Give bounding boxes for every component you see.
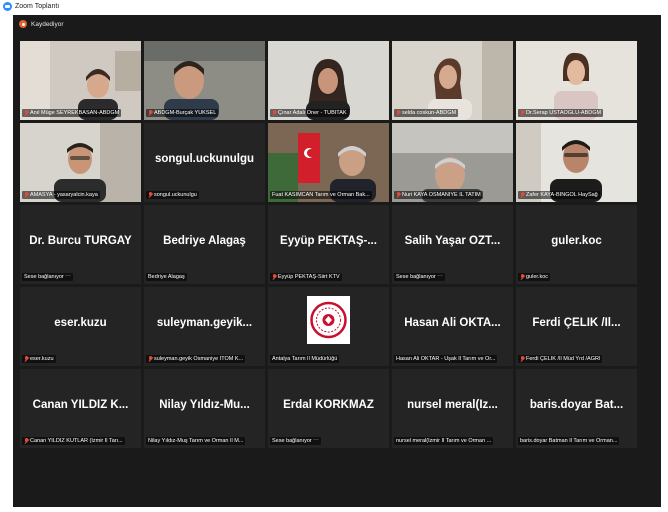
participant-name-label: AMASYA - yasaryalcin.kaya	[22, 191, 100, 199]
participant-name-label: guler.koc	[518, 273, 551, 281]
mic-muted-icon	[520, 110, 524, 116]
participant-tile[interactable]: Ferdi ÇELİK /İl... Ferdi ÇELİK /İl Müd Y…	[516, 287, 637, 366]
participant-tile[interactable]: AMASYA - yasaryalcin.kaya	[20, 123, 141, 202]
participant-display-name: songul.uckunulgu	[154, 153, 255, 165]
participant-name-label: Hasan Ali OKTAR - Uşak İl Tarım ve Or...	[394, 355, 498, 363]
mic-muted-icon	[148, 192, 152, 198]
mic-muted-icon	[24, 192, 28, 198]
participant-tile[interactable]: selda coskun-ABDGM	[392, 41, 513, 120]
participant-display-name: Erdal KORKMAZ	[283, 399, 374, 411]
mic-muted-icon	[272, 274, 276, 280]
participant-name-label: Canan YILDIZ KUTLAR (İzmir İl Tarı...	[22, 437, 125, 445]
participant-name-label: Fuat KASIMCAN Tarım ve Orman Bak...	[270, 191, 372, 199]
participant-display-name: guler.koc	[551, 235, 602, 247]
participant-tile[interactable]: nursel meral(İz... nursel meral(İzmir İl…	[392, 369, 513, 448]
participant-name-label: Zafer KAYA-BİNGÖL HaySağ	[518, 191, 600, 199]
participant-name-label: Nuri KAYA OSMANİYE İL TATIM	[394, 191, 483, 199]
participant-tile[interactable]: Eyyüp PEKTAŞ-... Eyyüp PEKTAŞ-Siirt KTV	[268, 205, 389, 284]
participant-name-label: Çınar Adalı Öner - TÜBİTAK	[270, 109, 349, 117]
participant-display-name: Hasan Ali OKTA...	[404, 317, 501, 329]
participant-name-label: Antalya Tarım İl Müdürlüğü	[270, 355, 340, 363]
participant-name-label: selda coskun-ABDGM	[394, 109, 459, 117]
participant-display-name: Canan YILDIZ K...	[32, 399, 129, 411]
participant-tile[interactable]: guler.koc guler.koc	[516, 205, 637, 284]
participant-tile-active-speaker[interactable]: Fuat KASIMCAN Tarım ve Orman Bak...	[268, 123, 389, 202]
participant-name-label: Bedriye Alagaş	[146, 273, 187, 281]
participant-name-label: Sese bağlanıyor ⋯	[270, 437, 321, 445]
participant-tile[interactable]: songul.uckunulgu songul.uckunulgu	[144, 123, 265, 202]
participant-tile[interactable]: baris.doyar Bat... baris.doyar Batman İl…	[516, 369, 637, 448]
participant-tile[interactable]: eser.kuzu eser.kuzu	[20, 287, 141, 366]
participant-name-label: ABDGM-Burçak YÜKSEL	[146, 109, 219, 117]
participant-name-label: songul.uckunulgu	[146, 191, 199, 199]
mic-muted-icon	[272, 110, 276, 116]
participant-display-name: suleyman.geyik...	[156, 317, 253, 329]
participant-tile[interactable]: Bedriye Alagaş Bedriye Alagaş	[144, 205, 265, 284]
mic-muted-icon	[24, 110, 28, 116]
participant-display-name: Nilay Yıldız-Mu...	[159, 399, 250, 411]
mic-muted-icon	[520, 356, 524, 362]
participant-tile[interactable]: suleyman.geyik... suleyman.geyik Osmaniy…	[144, 287, 265, 366]
participant-display-name: Ferdi ÇELİK /İl...	[532, 317, 621, 329]
participant-tile[interactable]: Salih Yaşar ÖZT... Sese bağlanıyor ⋯	[392, 205, 513, 284]
mic-muted-icon	[148, 356, 152, 362]
participant-tile[interactable]: Erdal KORKMAZ Sese bağlanıyor ⋯	[268, 369, 389, 448]
participant-tile[interactable]: Çınar Adalı Öner - TÜBİTAK	[268, 41, 389, 120]
participant-name-label: Sese bağlanıyor ⋯	[22, 273, 73, 281]
participant-name-label: Sese bağlanıyor ⋯	[394, 273, 445, 281]
mic-muted-icon	[396, 110, 400, 116]
participant-name-label: Dr.Serap USTAOĞLU-ABDGM	[518, 109, 604, 117]
participant-name-label: Ferdi ÇELİK /İl Müd Yrd /AĞRI	[518, 355, 603, 363]
participant-tile[interactable]: Nuri KAYA OSMANİYE İL TATIM	[392, 123, 513, 202]
participant-name-label: Nilay Yıldız-Muş Tarım ve Orman İl M...	[146, 437, 246, 445]
participant-tile[interactable]: Hasan Ali OKTA... Hasan Ali OKTAR - Uşak…	[392, 287, 513, 366]
gallery-grid: Anıl Müge SEYREKBASAN-ABDGM ABDGM-Burçak…	[20, 41, 637, 448]
mic-muted-icon	[148, 110, 152, 116]
window-titlebar: Zoom Toplantı	[0, 0, 668, 13]
participant-name-label: baris.doyar Batman İl Tarım ve Orman...	[518, 437, 620, 445]
participant-tile[interactable]: Dr. Burcu TURGAY Sese bağlanıyor ⋯	[20, 205, 141, 284]
participant-tile[interactable]: Anıl Müge SEYREKBASAN-ABDGM	[20, 41, 141, 120]
participant-display-name: Bedriye Alagaş	[163, 235, 246, 247]
participant-tile[interactable]: Antalya Tarım İl Müdürlüğü	[268, 287, 389, 366]
participant-display-name: Salih Yaşar ÖZT...	[404, 235, 501, 247]
mic-muted-icon	[24, 356, 28, 362]
recording-label: Kaydediyor	[31, 20, 64, 28]
mic-muted-icon	[520, 192, 524, 198]
participant-display-name: baris.doyar Bat...	[529, 399, 624, 411]
participant-name-label: Anıl Müge SEYREKBASAN-ABDGM	[22, 109, 122, 117]
participant-tile[interactable]: Dr.Serap USTAOĞLU-ABDGM	[516, 41, 637, 120]
participant-tile[interactable]: ABDGM-Burçak YÜKSEL	[144, 41, 265, 120]
participant-tile[interactable]: Zafer KAYA-BİNGÖL HaySağ	[516, 123, 637, 202]
participant-tile[interactable]: Nilay Yıldız-Mu... Nilay Yıldız-Muş Tarı…	[144, 369, 265, 448]
participant-name-label: nursel meral(İzmir İl Tarım ve Orman ...	[394, 437, 494, 445]
recording-icon	[19, 20, 27, 28]
participant-tile[interactable]: Canan YILDIZ K... Canan YILDIZ KUTLAR (İ…	[20, 369, 141, 448]
participant-name-label: Eyyüp PEKTAŞ-Siirt KTV	[270, 273, 342, 281]
participant-display-name: Dr. Burcu TURGAY	[29, 235, 132, 247]
window-title: Zoom Toplantı	[15, 3, 60, 10]
participant-display-name: Eyyüp PEKTAŞ-...	[280, 235, 377, 247]
mic-muted-icon	[520, 274, 524, 280]
recording-indicator[interactable]: Kaydediyor	[19, 20, 64, 28]
zoom-logo-icon	[3, 2, 12, 11]
participant-name-label: suleyman.geyik Osmaniye İTOM K...	[146, 355, 246, 363]
participant-display-name: nursel meral(İz...	[407, 399, 498, 411]
participant-name-label: eser.kuzu	[22, 355, 56, 363]
mic-muted-icon	[24, 438, 28, 444]
participant-display-name: eser.kuzu	[54, 317, 107, 329]
mic-muted-icon	[396, 192, 400, 198]
